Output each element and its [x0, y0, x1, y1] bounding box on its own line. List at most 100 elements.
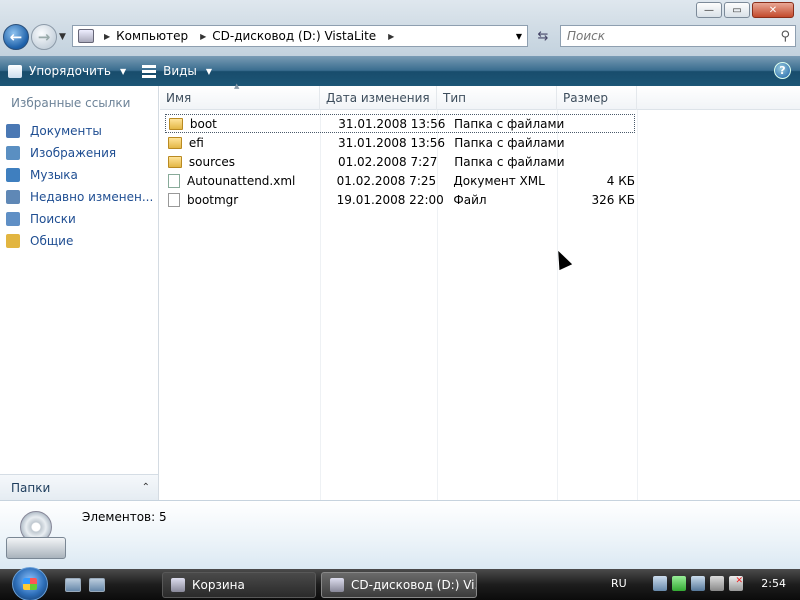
details-pane: Элементов: 5 [0, 500, 800, 569]
column-header-type[interactable]: Тип [437, 86, 557, 110]
favorite-link-icon [6, 124, 20, 138]
back-button[interactable]: ← [3, 24, 29, 50]
chevron-right-icon[interactable]: ▶ [98, 32, 116, 41]
display-icon[interactable] [691, 576, 705, 591]
sidebar-item-label: Документы [30, 124, 102, 138]
favorite-links-list: Документы Изображения Музыка Недавно измене… [6, 120, 153, 252]
file-row[interactable]: boot 31.01.2008 13:56 Папка с файлами [165, 114, 635, 133]
windows-logo-icon [23, 578, 37, 590]
close-button[interactable]: ✕ [752, 2, 794, 18]
file-date: 31.01.2008 13:56 [337, 135, 446, 150]
file-row[interactable]: Autounattend.xml 01.02.2008 7:25 Документ … [165, 171, 635, 190]
breadcrumb-computer[interactable]: Компьютер [116, 29, 194, 43]
arrow-left-icon: ← [9, 28, 23, 46]
cd-drive-icon [6, 511, 66, 563]
recent-pages-dropdown[interactable]: ▼ [59, 32, 66, 42]
file-name: boot [189, 116, 217, 131]
address-dropdown-icon[interactable]: ▼ [516, 32, 522, 41]
column-header-row: Имя ▲ Дата изменения Тип Размер [160, 82, 800, 110]
column-header-date[interactable]: Дата изменения [320, 86, 437, 110]
network-connection-icon[interactable] [710, 576, 724, 591]
file-row[interactable]: sources 01.02.2008 7:27 Папка с файлами [165, 152, 635, 171]
refresh-button[interactable]: ⇆ [532, 26, 554, 46]
computer-icon [78, 29, 94, 43]
sidebar-item[interactable]: Недавно изменен... [6, 186, 153, 208]
taskbar: Корзина CD-дисковод (D:) Vi... RU ✕ 2:54 [0, 567, 800, 600]
file-name: Autounattend.xml [186, 173, 296, 188]
clock[interactable]: 2:54 [761, 577, 786, 590]
file-type: Папка с файлами [453, 116, 565, 131]
folders-toggle[interactable]: Папки ⌃ [0, 474, 158, 500]
views-button[interactable]: Виды ▼ [134, 56, 220, 86]
column-name-label: Имя [166, 91, 192, 105]
column-size-label: Размер [563, 91, 609, 105]
network-icon[interactable] [653, 576, 667, 591]
chevron-right-icon[interactable]: ▶ [382, 32, 400, 41]
favorite-link-icon [6, 168, 20, 182]
xml-file-icon [168, 173, 180, 188]
maximize-button[interactable]: ▭ [724, 2, 750, 18]
organize-label: Упорядочить [29, 64, 111, 78]
column-date-label: Дата изменения [326, 91, 430, 105]
dropdown-arrow-icon: ▼ [119, 66, 127, 76]
security-icon[interactable] [672, 576, 686, 591]
search-input[interactable] [567, 29, 767, 43]
file-name: efi [188, 135, 204, 150]
command-bar: Упорядочить ▼ Виды ▼ ? [0, 56, 800, 86]
file-size: 326 КБ [591, 192, 635, 207]
taskbar-item-cd-drive[interactable]: CD-дисковод (D:) Vi... [321, 572, 477, 598]
file-date: 01.02.2008 7:27 [337, 154, 438, 169]
address-bar[interactable]: ▶ Компьютер ▶ CD-дисковод (D:) VistaLite… [72, 25, 528, 47]
file-date: 31.01.2008 13:56 [338, 116, 446, 131]
sort-ascending-icon: ▲ [234, 82, 240, 90]
file-date: 19.01.2008 22:00 [336, 192, 444, 207]
show-desktop-icon[interactable] [65, 578, 81, 592]
file-list: Имя ▲ Дата изменения Тип Размер boot 31.0… [160, 82, 800, 500]
sidebar-item-label: Музыка [30, 168, 78, 182]
window-controls: — ▭ ✕ [696, 2, 794, 18]
file-type: Папка с файлами [454, 135, 565, 150]
breadcrumb-drive[interactable]: CD-дисковод (D:) VistaLite [212, 29, 382, 43]
organize-button[interactable]: Упорядочить ▼ [0, 56, 134, 86]
sidebar-item[interactable]: Документы [6, 120, 153, 142]
help-button[interactable]: ? [774, 62, 791, 79]
sidebar-item[interactable]: Музыка [6, 164, 153, 186]
organize-icon [8, 64, 22, 78]
column-header-name[interactable]: Имя ▲ [160, 82, 320, 110]
file-row[interactable]: efi 31.01.2008 13:56 Папка с файлами [165, 133, 635, 152]
chevron-up-icon[interactable]: ⌃ [142, 482, 150, 493]
volume-muted-icon[interactable]: ✕ [729, 576, 743, 591]
minimize-button[interactable]: — [696, 2, 722, 18]
language-indicator[interactable]: RU [611, 577, 627, 590]
views-icon [142, 64, 157, 78]
taskbar-item-recycle-bin[interactable]: Корзина [162, 572, 316, 598]
switch-windows-icon[interactable] [89, 578, 105, 592]
chevron-right-icon[interactable]: ▶ [194, 32, 212, 41]
file-icon [168, 192, 180, 207]
file-name: bootmgr [186, 192, 239, 207]
file-type: Файл [453, 192, 487, 207]
favorite-link-icon [6, 212, 20, 226]
favorite-link-icon [6, 234, 20, 248]
navigation-pane: Избранные ссылки Документы Изображения Муз… [0, 86, 159, 500]
cd-drive-icon [330, 578, 344, 592]
sidebar-item[interactable]: Изображения [6, 142, 153, 164]
sidebar-item[interactable]: Поиски [6, 208, 153, 230]
column-header-size[interactable]: Размер [557, 86, 637, 110]
folder-icon [168, 155, 182, 168]
folder-icon [169, 117, 183, 130]
file-row[interactable]: bootmgr 19.01.2008 22:00 Файл 326 КБ [165, 190, 635, 209]
forward-button[interactable]: → [31, 24, 57, 50]
sidebar-item-label: Недавно изменен... [30, 190, 154, 204]
favorite-links-title: Избранные ссылки [11, 96, 131, 110]
column-divider [637, 110, 638, 500]
start-button[interactable] [12, 567, 48, 600]
search-box[interactable]: ⚲ [560, 25, 796, 47]
search-icon[interactable]: ⚲ [780, 29, 790, 44]
arrow-right-icon: → [37, 28, 51, 46]
file-name: sources [188, 154, 236, 169]
system-tray: ✕ [653, 576, 743, 591]
views-label: Виды [163, 64, 197, 78]
sidebar-item[interactable]: Общие [6, 230, 153, 252]
column-type-label: Тип [443, 91, 466, 105]
